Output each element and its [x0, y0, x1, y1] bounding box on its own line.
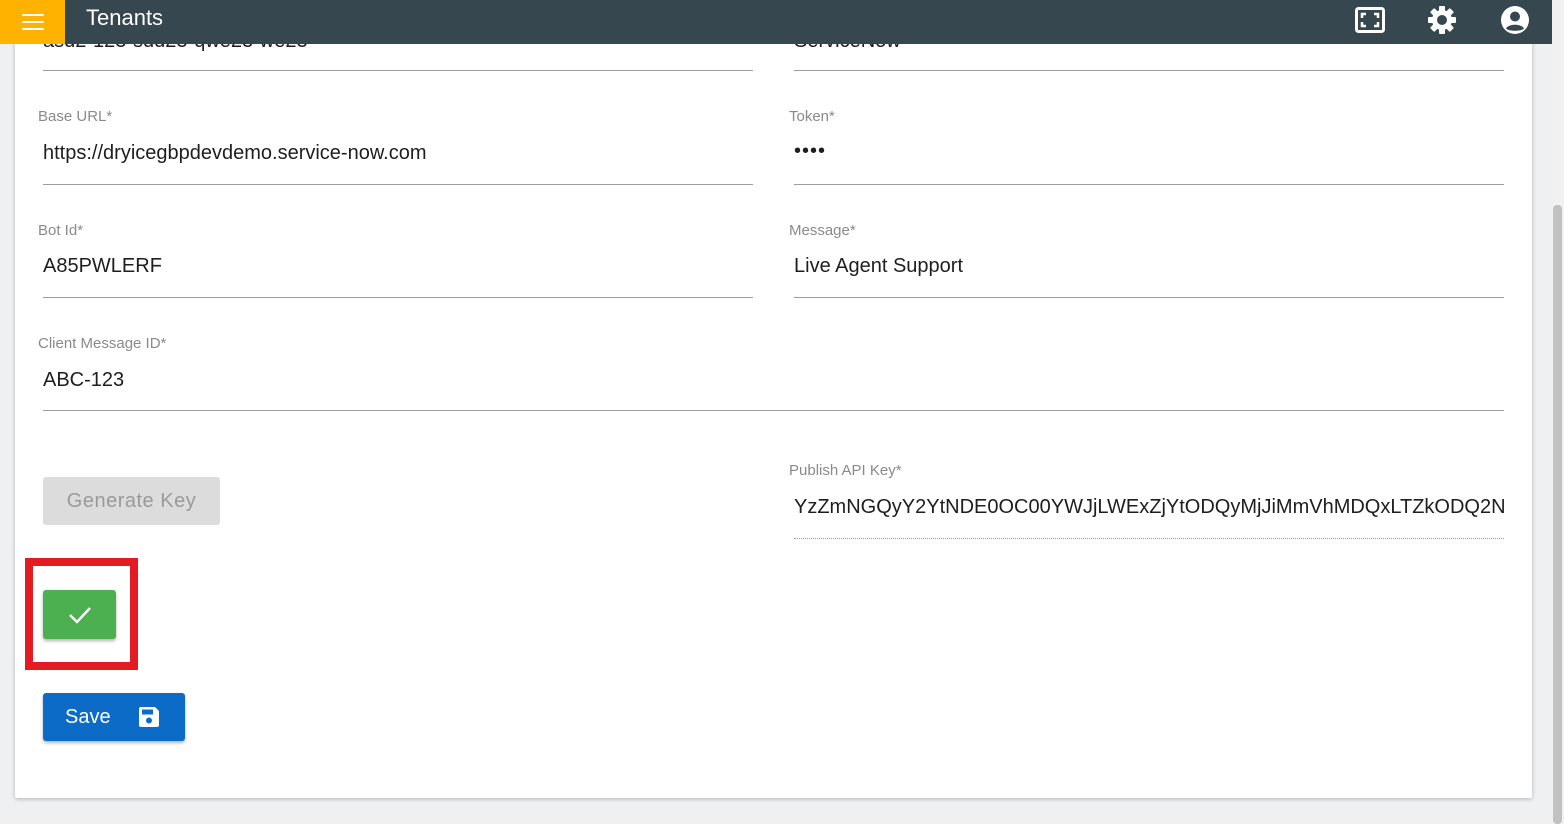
- save-button-label: Save: [65, 705, 111, 728]
- bot-id-label: Bot Id*: [38, 222, 84, 239]
- confirm-button[interactable]: [43, 590, 116, 639]
- field-underline: [43, 184, 753, 185]
- token-input[interactable]: ••••: [794, 140, 1504, 163]
- scrollbar-thumb[interactable]: [1553, 205, 1562, 824]
- check-icon: [68, 606, 91, 624]
- field-underline: [43, 70, 753, 71]
- field-underline: [794, 297, 1504, 298]
- base-url-input[interactable]: https://dryicegbpdevdemo.service-now.com: [43, 142, 753, 165]
- client-message-id-label: Client Message ID*: [38, 335, 167, 352]
- message-label: Message*: [789, 222, 856, 239]
- message-input[interactable]: Live Agent Support: [794, 255, 1504, 278]
- floppy-disk-icon: [137, 705, 161, 729]
- token-label: Token*: [789, 108, 835, 125]
- field-underline: [43, 297, 753, 298]
- account-button[interactable]: [1499, 4, 1531, 36]
- bot-id-input[interactable]: A85PWLERF: [43, 255, 753, 278]
- publish-api-key-label: Publish API Key*: [789, 462, 902, 479]
- client-message-id-input[interactable]: ABC-123: [43, 369, 1503, 392]
- field-underline: [794, 70, 1504, 71]
- client-message-id-field[interactable]: Client Message ID* ABC-123: [38, 335, 1508, 415]
- field-underline: [43, 410, 1504, 411]
- field-underline: [794, 538, 1504, 539]
- settings-button[interactable]: [1426, 4, 1458, 36]
- field-underline: [794, 184, 1504, 185]
- base-url-field[interactable]: Base URL* https://dryicegbpdevdemo.servi…: [38, 108, 758, 188]
- message-field[interactable]: Message* Live Agent Support: [789, 222, 1509, 302]
- fullscreen-icon: [1355, 7, 1385, 33]
- publish-api-key-field[interactable]: Publish API Key* YzZmNGQyY2YtNDE0OC00YWJ…: [789, 462, 1509, 542]
- publish-api-key-input[interactable]: YzZmNGQyY2YtNDE0OC00YWJjLWExZjYtODQyMjJi…: [794, 496, 1504, 519]
- app-header: Tenants: [0, 0, 1552, 44]
- account-icon: [1501, 6, 1529, 34]
- settings-icon: [1428, 6, 1456, 34]
- menu-button[interactable]: [0, 0, 65, 44]
- base-url-label: Base URL*: [38, 108, 113, 125]
- generate-key-button[interactable]: Generate Key: [43, 477, 220, 525]
- token-field[interactable]: Token* ••••: [789, 108, 1509, 188]
- save-button[interactable]: Save: [43, 693, 185, 741]
- fullscreen-button[interactable]: [1354, 4, 1386, 36]
- bot-id-field[interactable]: Bot Id* A85PWLERF: [38, 222, 758, 302]
- page-title: Tenants: [86, 5, 164, 30]
- menu-icon: [21, 14, 44, 30]
